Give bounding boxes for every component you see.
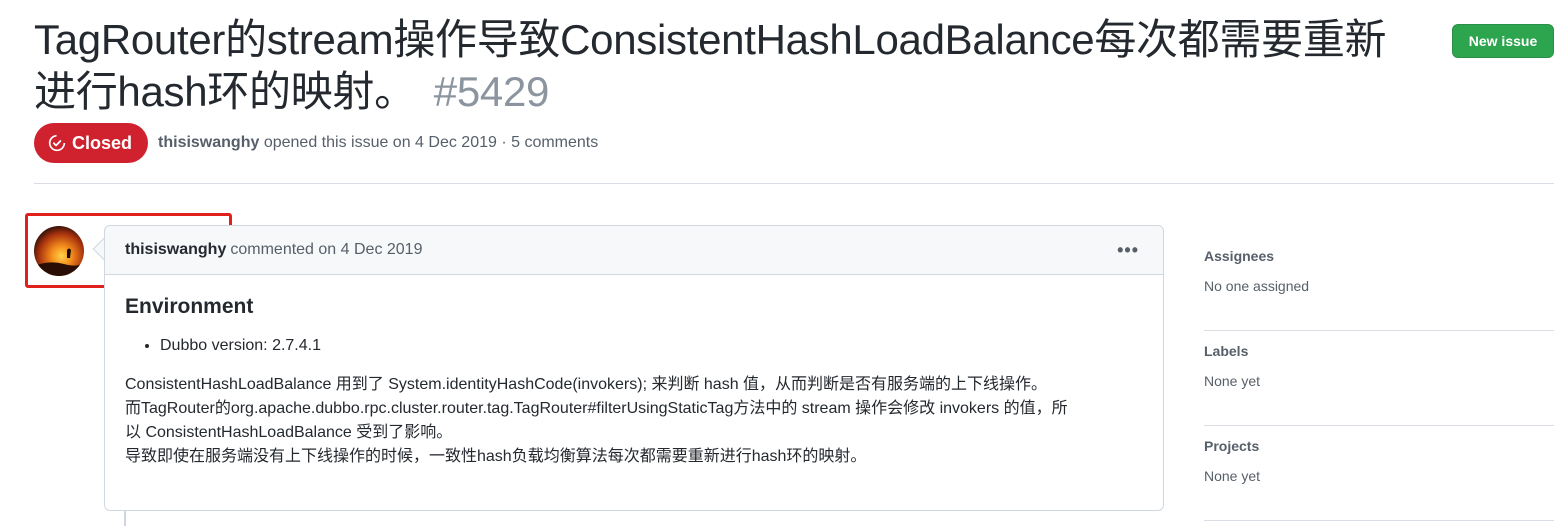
issue-title: TagRouter的stream操作导致ConsistentHashLoadBa…	[34, 14, 1414, 118]
sidebar: Assignees No one assigned Labels None ye…	[1204, 236, 1554, 521]
comment-card: thisiswanghy commented on 4 Dec 2019 •••…	[104, 225, 1164, 511]
paragraph-line: 以 ConsistentHashLoadBalance 受到了影响。	[125, 424, 453, 441]
issue-closed-icon	[48, 134, 66, 152]
comment-body: Environment Dubbo version: 2.7.4.1 Consi…	[105, 275, 1163, 469]
comment-header: thisiswanghy commented on 4 Dec 2019 •••	[105, 226, 1163, 275]
paragraph-line: ConsistentHashLoadBalance 用到了 System.ide…	[125, 376, 1048, 393]
sidebar-labels: Labels None yet	[1204, 331, 1554, 426]
issue-opened-text: opened this issue on 4 Dec 2019 · 5 comm…	[263, 134, 599, 151]
issue-title-row: TagRouter的stream操作导致ConsistentHashLoadBa…	[34, 14, 1414, 118]
comment-paragraph: ConsistentHashLoadBalance 用到了 System.ide…	[125, 373, 1143, 469]
sidebar-assignees: Assignees No one assigned	[1204, 236, 1554, 331]
issue-number: #5429	[433, 68, 550, 115]
status-badge: Closed	[34, 123, 149, 163]
new-issue-button[interactable]: New issue	[1452, 24, 1554, 58]
issue-meta: Closed thisiswanghy opened this issue on…	[34, 123, 598, 163]
comment-author-link[interactable]: thisiswanghy	[125, 241, 226, 259]
kebab-horizontal-icon[interactable]: •••	[1117, 240, 1139, 261]
status-label: Closed	[72, 132, 133, 153]
issue-meta-text: thisiswanghy opened this issue on 4 Dec …	[158, 134, 598, 152]
sidebar-labels-value: None yet	[1204, 373, 1261, 389]
sidebar-assignees-title[interactable]: Assignees	[1204, 248, 1554, 264]
header-divider	[34, 183, 1554, 184]
sidebar-projects-title[interactable]: Projects	[1204, 438, 1554, 454]
paragraph-line: 导致即使在服务端没有上下线操作的时候，一致性hash负载均衡算法每次都需要重新进…	[125, 448, 867, 465]
sidebar-assignees-value: No one assigned	[1204, 278, 1310, 294]
timeline-line	[124, 511, 126, 526]
sidebar-labels-title[interactable]: Labels	[1204, 343, 1554, 359]
comment-timestamp[interactable]: commented on 4 Dec 2019	[230, 241, 422, 259]
paragraph-line: 而TagRouter的org.apache.dubbo.rpc.cluster.…	[125, 400, 1068, 417]
sidebar-projects: Projects None yet	[1204, 426, 1554, 521]
list-item: Dubbo version: 2.7.4.1	[160, 337, 1143, 355]
issue-title-text: TagRouter的stream操作导致ConsistentHashLoadBa…	[34, 16, 1387, 115]
issue-author-link[interactable]: thisiswanghy	[158, 134, 259, 151]
comment-bullet-list: Dubbo version: 2.7.4.1	[125, 337, 1143, 355]
comment-heading: Environment	[125, 295, 254, 318]
sidebar-projects-value: None yet	[1204, 468, 1261, 484]
